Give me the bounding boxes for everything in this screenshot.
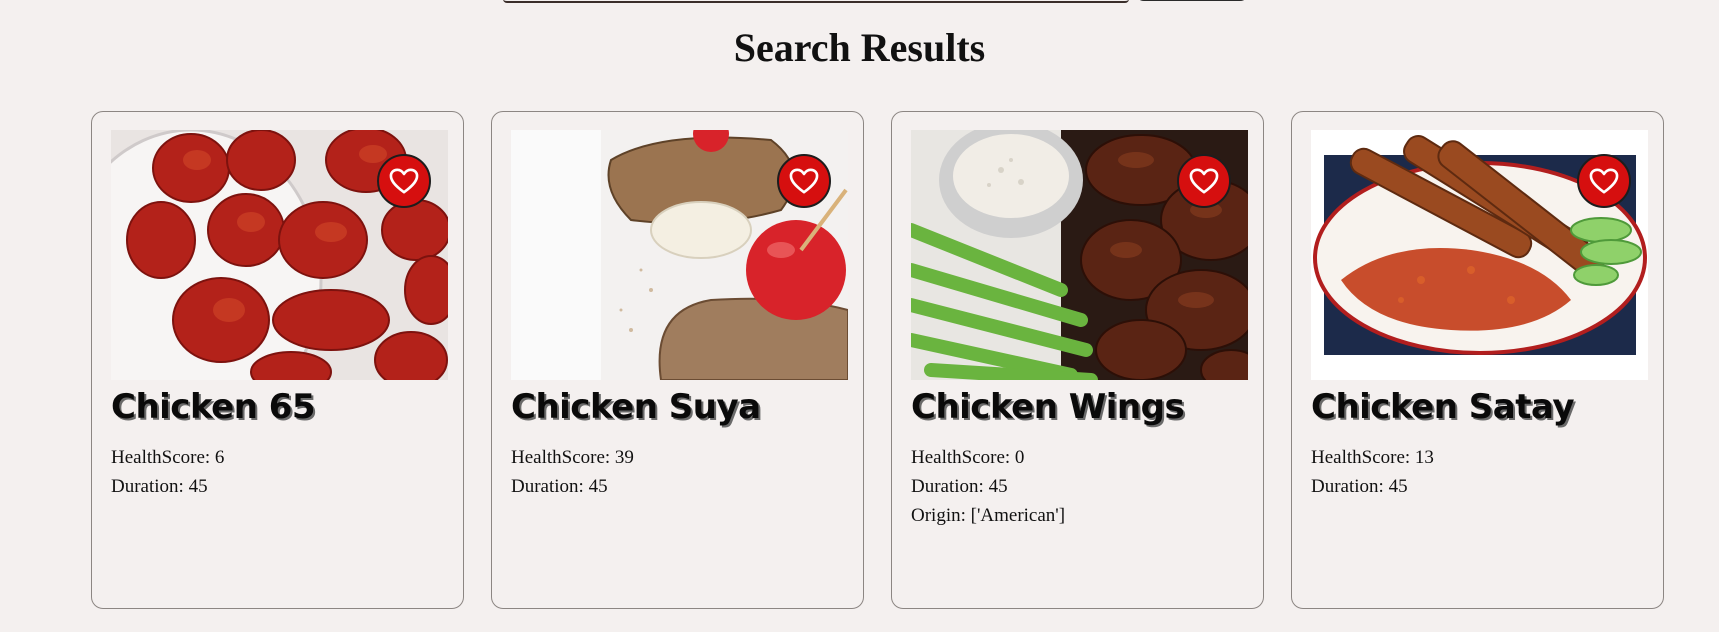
recipe-details: HealthScore: 0 Duration: 45 Origin: ['Am… <box>911 443 1065 530</box>
duration: Duration: 45 <box>511 476 608 497</box>
recipe-card[interactable]: Chicken 65 HealthScore: 6 Duration: 45 <box>91 111 464 609</box>
favorite-button[interactable] <box>377 154 431 208</box>
recipe-card[interactable]: Chicken Suya HealthScore: 39 Duration: 4… <box>491 111 864 609</box>
favorite-button[interactable] <box>1577 154 1631 208</box>
recipe-title[interactable]: Chicken 65 <box>111 387 316 427</box>
health-score: HealthScore: 6 <box>111 447 225 468</box>
recipe-details: HealthScore: 39 Duration: 45 <box>511 443 634 501</box>
recipe-image[interactable] <box>111 130 448 380</box>
recipe-details: HealthScore: 13 Duration: 45 <box>1311 443 1434 501</box>
favorite-button[interactable] <box>777 154 831 208</box>
page-title: Search Results <box>733 25 986 70</box>
health-score: HealthScore: 0 <box>911 447 1025 468</box>
heart-icon <box>789 168 819 194</box>
recipe-card[interactable]: Chicken Wings HealthScore: 0 Duration: 4… <box>891 111 1264 609</box>
search-button[interactable] <box>1135 0 1249 1</box>
recipe-title[interactable]: Chicken Wings <box>911 387 1185 427</box>
duration: Duration: 45 <box>1311 476 1408 497</box>
recipe-image[interactable] <box>1311 130 1648 380</box>
duration: Duration: 45 <box>911 476 1008 497</box>
recipe-image[interactable] <box>511 130 848 380</box>
recipe-card[interactable]: Chicken Satay HealthScore: 13 Duration: … <box>1291 111 1664 609</box>
health-score: HealthScore: 39 <box>511 447 634 468</box>
search-input[interactable] <box>503 0 1129 3</box>
recipe-title[interactable]: Chicken Satay <box>1311 387 1575 427</box>
duration: Duration: 45 <box>111 476 208 497</box>
heart-icon <box>1589 168 1619 194</box>
recipe-image[interactable] <box>911 130 1248 380</box>
search-results-page: Search Results Chicken 65 HealthScore: 6… <box>0 0 1719 632</box>
recipe-title[interactable]: Chicken Suya <box>511 387 761 427</box>
recipe-details: HealthScore: 6 Duration: 45 <box>111 443 224 501</box>
favorite-button[interactable] <box>1177 154 1231 208</box>
heart-icon <box>389 168 419 194</box>
origin: Origin: ['American'] <box>911 505 1066 526</box>
heart-icon <box>1189 168 1219 194</box>
health-score: HealthScore: 13 <box>1311 447 1434 468</box>
